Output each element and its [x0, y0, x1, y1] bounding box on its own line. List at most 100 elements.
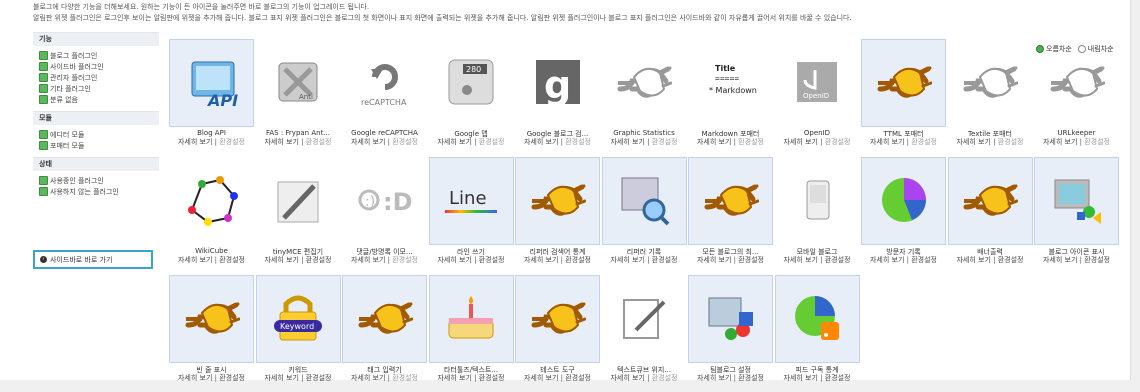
- plugin-icon-button[interactable]: Anti: [256, 39, 341, 127]
- detail-link[interactable]: 자세히 보기: [524, 374, 558, 382]
- detail-link[interactable]: 자세히 보기: [178, 256, 212, 264]
- plugin-icon-button[interactable]: [515, 157, 600, 245]
- settings-link[interactable]: 환경설정: [392, 374, 418, 382]
- plugin-icon-button[interactable]: [602, 39, 687, 127]
- detail-link[interactable]: 자세히 보기: [524, 138, 558, 146]
- plugin-icon-button[interactable]: OpenID: [775, 39, 860, 127]
- plugin-icon-button[interactable]: [602, 275, 687, 363]
- plugin-icon-button[interactable]: Title ===== * Markdown: [688, 39, 773, 127]
- detail-link[interactable]: 자세히 보기: [610, 256, 644, 264]
- settings-link[interactable]: 환경설정: [825, 374, 851, 382]
- filter-checkbox-item[interactable]: 에디터 모듈: [39, 129, 159, 140]
- jump-to-sidebar-button[interactable]: › 사이드바로 바로 가기: [33, 250, 153, 269]
- settings-link[interactable]: 환경설정: [998, 256, 1024, 264]
- detail-link[interactable]: 자세히 보기: [610, 138, 644, 146]
- filter-checkbox-item[interactable]: 분류 없음: [39, 94, 159, 105]
- checked-checkbox-icon[interactable]: [39, 141, 48, 150]
- filter-checkbox-item[interactable]: 사용하지 않는 플러그인: [39, 186, 159, 197]
- plugin-icon-button[interactable]: [688, 275, 773, 363]
- plugin-icon-button[interactable]: g: [515, 39, 600, 127]
- settings-link[interactable]: 환경설정: [306, 138, 332, 146]
- plugin-icon-button[interactable]: [861, 39, 946, 127]
- detail-link[interactable]: 자세히 보기: [870, 256, 904, 264]
- detail-link[interactable]: 자세히 보기: [437, 138, 471, 146]
- plugin-icon-button[interactable]: [169, 275, 254, 363]
- detail-link[interactable]: 자세히 보기: [956, 256, 990, 264]
- settings-link[interactable]: 환경설정: [392, 256, 418, 264]
- settings-link[interactable]: 환경설정: [565, 138, 591, 146]
- settings-link[interactable]: 환경설정: [219, 256, 245, 264]
- plugin-icon-button[interactable]: [428, 275, 514, 363]
- detail-link[interactable]: 자세히 보기: [351, 374, 385, 382]
- plugin-icon-button[interactable]: [688, 157, 773, 245]
- filter-checkbox-item[interactable]: 포매터 모듈: [39, 140, 159, 151]
- settings-link[interactable]: 환경설정: [392, 138, 418, 146]
- detail-link[interactable]: 자세히 보기: [870, 138, 904, 146]
- filter-checkbox-item[interactable]: 사용중인 플러그인: [39, 175, 159, 186]
- plugin-icon-button[interactable]: [515, 275, 600, 363]
- plugin-icon-button[interactable]: [1034, 157, 1119, 245]
- settings-link[interactable]: 환경설정: [1084, 138, 1110, 146]
- plugin-icon-button[interactable]: [861, 157, 946, 245]
- plugin-icon-button[interactable]: [169, 157, 254, 245]
- settings-link[interactable]: 환경설정: [738, 374, 764, 382]
- detail-link[interactable]: 자세히 보기: [1043, 138, 1077, 146]
- settings-link[interactable]: 환경설정: [652, 138, 678, 146]
- settings-link[interactable]: 환경설정: [738, 138, 764, 146]
- settings-link[interactable]: 환경설정: [219, 374, 245, 382]
- settings-link[interactable]: 환경설정: [825, 256, 851, 264]
- plugin-icon-button[interactable]: [256, 157, 341, 245]
- detail-link[interactable]: 자세히 보기: [264, 256, 298, 264]
- plugin-icon-button[interactable]: reCAPTCHA: [342, 39, 427, 127]
- detail-link[interactable]: 자세히 보기: [178, 374, 212, 382]
- plugin-icon-button[interactable]: [947, 157, 1033, 245]
- plugin-icon-button[interactable]: [342, 275, 427, 363]
- checked-checkbox-icon[interactable]: [39, 51, 48, 60]
- settings-link[interactable]: 환경설정: [652, 256, 678, 264]
- detail-link[interactable]: 자세히 보기: [437, 256, 471, 264]
- settings-link[interactable]: 환경설정: [219, 138, 245, 146]
- settings-link[interactable]: 환경설정: [738, 256, 764, 264]
- detail-link[interactable]: 자세히 보기: [437, 374, 471, 382]
- filter-checkbox-item[interactable]: 관리자 플러그인: [39, 72, 159, 83]
- plugin-icon-button[interactable]: [1034, 39, 1119, 127]
- detail-link[interactable]: 자세히 보기: [351, 256, 385, 264]
- detail-link[interactable]: 자세히 보기: [351, 138, 385, 146]
- detail-link[interactable]: 자세히 보기: [264, 138, 298, 146]
- plugin-icon-button[interactable]: 280: [429, 39, 514, 127]
- filter-checkbox-item[interactable]: 기타 플러그인: [39, 83, 159, 94]
- settings-link[interactable]: 환경설정: [911, 256, 937, 264]
- settings-link[interactable]: 환경설정: [479, 256, 505, 264]
- detail-link[interactable]: 자세히 보기: [783, 256, 817, 264]
- settings-link[interactable]: 환경설정: [306, 256, 332, 264]
- detail-link[interactable]: 자세히 보기: [1043, 256, 1077, 264]
- detail-link[interactable]: 자세히 보기: [783, 138, 817, 146]
- filter-checkbox-item[interactable]: 블로그 플러그인: [39, 50, 159, 61]
- plugin-icon-button[interactable]: [948, 39, 1033, 127]
- settings-link[interactable]: 환경설정: [652, 374, 678, 382]
- settings-link[interactable]: 환경설정: [479, 138, 505, 146]
- checked-checkbox-icon[interactable]: [39, 62, 48, 71]
- settings-link[interactable]: 환경설정: [998, 138, 1024, 146]
- filter-checkbox-item[interactable]: 사이드바 플러그인: [39, 61, 159, 72]
- settings-link[interactable]: 환경설정: [825, 138, 851, 146]
- detail-link[interactable]: 자세히 보기: [956, 138, 990, 146]
- checked-checkbox-icon[interactable]: [39, 187, 48, 196]
- plugin-icon-button[interactable]: [775, 157, 860, 245]
- checked-checkbox-icon[interactable]: [39, 176, 48, 185]
- settings-link[interactable]: 환경설정: [306, 374, 332, 382]
- plugin-icon-button[interactable]: :):D: [342, 157, 427, 245]
- plugin-icon-button[interactable]: Keyword: [255, 275, 341, 363]
- detail-link[interactable]: 자세히 보기: [610, 374, 644, 382]
- detail-link[interactable]: 자세히 보기: [264, 374, 298, 382]
- detail-link[interactable]: 자세히 보기: [697, 256, 731, 264]
- checked-checkbox-icon[interactable]: [39, 73, 48, 82]
- settings-link[interactable]: 환경설정: [479, 374, 505, 382]
- plugin-icon-button[interactable]: [774, 275, 860, 363]
- settings-link[interactable]: 환경설정: [1084, 256, 1110, 264]
- detail-link[interactable]: 자세히 보기: [524, 256, 558, 264]
- detail-link[interactable]: 자세히 보기: [783, 374, 817, 382]
- checked-checkbox-icon[interactable]: [39, 84, 48, 93]
- checked-checkbox-icon[interactable]: [39, 130, 48, 139]
- detail-link[interactable]: 자세히 보기: [697, 138, 731, 146]
